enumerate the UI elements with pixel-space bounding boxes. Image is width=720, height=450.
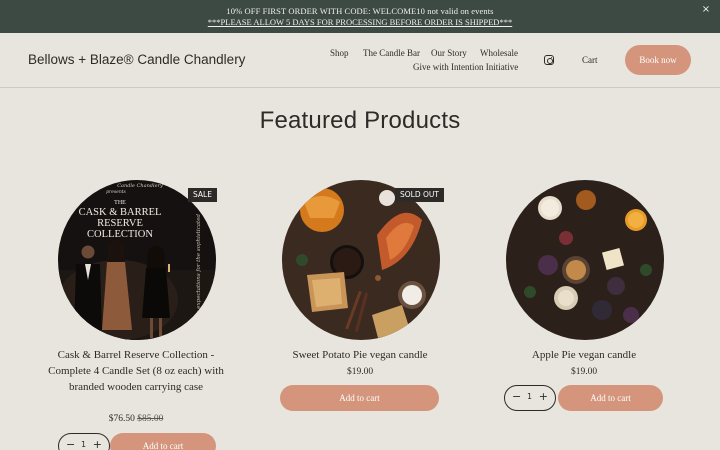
plus-icon[interactable]: + bbox=[93, 438, 102, 450]
svg-text:CASK & BARREL: CASK & BARREL bbox=[79, 207, 162, 218]
sweet-potato-pie-image bbox=[282, 180, 440, 340]
svg-text:Candle Chandlery: Candle Chandlery bbox=[117, 183, 163, 189]
product-name[interactable]: Apple Pie vegan candle bbox=[484, 348, 684, 364]
section-title: Featured Products bbox=[259, 107, 461, 134]
sold-out-badge: SOLD OUT bbox=[395, 188, 444, 202]
product-image[interactable]: Candle Chandlery presents THE CASK & BAR… bbox=[58, 180, 216, 340]
brand-logo[interactable]: Bellows + Blaze® Candle Chandlery bbox=[28, 52, 245, 67]
add-to-cart-button[interactable]: Add to cart bbox=[280, 385, 439, 411]
svg-text:Candle expectations for the so: Candle expectations for the sophisticate… bbox=[196, 214, 202, 330]
close-icon[interactable]: × bbox=[700, 4, 712, 16]
original-price: $85.00 bbox=[137, 414, 164, 424]
nav-give-with-intention[interactable]: Give with Intention Initiative bbox=[413, 62, 518, 72]
svg-text:RESERVE: RESERVE bbox=[97, 218, 143, 229]
product-image[interactable] bbox=[506, 180, 664, 340]
quantity-value[interactable]: 1 bbox=[81, 440, 86, 449]
minus-icon[interactable]: − bbox=[66, 438, 75, 450]
site-header: Bellows + Blaze® Candle Chandlery Shop T… bbox=[0, 33, 720, 88]
plus-icon[interactable]: + bbox=[539, 390, 548, 403]
product-price: $76.50 $85.00 bbox=[36, 414, 236, 424]
add-to-cart-button[interactable]: Add to cart bbox=[110, 433, 216, 450]
minus-icon[interactable]: − bbox=[512, 390, 521, 403]
sale-price: $76.50 bbox=[108, 414, 135, 424]
announcement-discount: 10% OFF FIRST ORDER WITH CODE: WELCOME10… bbox=[226, 6, 494, 16]
instagram-icon[interactable] bbox=[544, 55, 554, 65]
nav-shop[interactable]: Shop bbox=[330, 48, 349, 58]
add-to-cart-button[interactable]: Add to cart bbox=[558, 385, 663, 411]
cart-link[interactable]: Cart bbox=[582, 55, 598, 65]
book-now-button[interactable]: Book now bbox=[625, 45, 691, 75]
quantity-stepper[interactable]: − 1 + bbox=[504, 385, 556, 411]
svg-text:COLLECTION: COLLECTION bbox=[87, 229, 153, 240]
product-name[interactable]: Sweet Potato Pie vegan candle bbox=[260, 348, 460, 364]
announcement-shipping-link[interactable]: ***PLEASE ALLOW 5 DAYS FOR PROCESSING BE… bbox=[0, 17, 720, 27]
svg-text:presents: presents bbox=[106, 189, 126, 195]
cask-collection-image: Candle Chandlery presents THE CASK & BAR… bbox=[58, 180, 216, 340]
svg-text:THE: THE bbox=[114, 200, 126, 206]
sale-badge: SALE bbox=[188, 188, 217, 202]
product-price: $19.00 bbox=[570, 367, 598, 377]
nav-our-story[interactable]: Our Story bbox=[431, 48, 467, 58]
nav-wholesale[interactable]: Wholesale bbox=[480, 48, 518, 58]
product-image[interactable] bbox=[282, 180, 440, 340]
product-price: $19.00 bbox=[346, 367, 374, 377]
announcement-bar: 10% OFF FIRST ORDER WITH CODE: WELCOME10… bbox=[0, 0, 720, 33]
apple-pie-image bbox=[506, 180, 664, 340]
nav-candle-bar[interactable]: The Candle Bar bbox=[363, 48, 420, 58]
quantity-stepper[interactable]: − 1 + bbox=[58, 433, 110, 450]
quantity-value[interactable]: 1 bbox=[527, 392, 532, 401]
product-name[interactable]: Cask & Barrel Reserve Collection - Compl… bbox=[36, 348, 236, 395]
